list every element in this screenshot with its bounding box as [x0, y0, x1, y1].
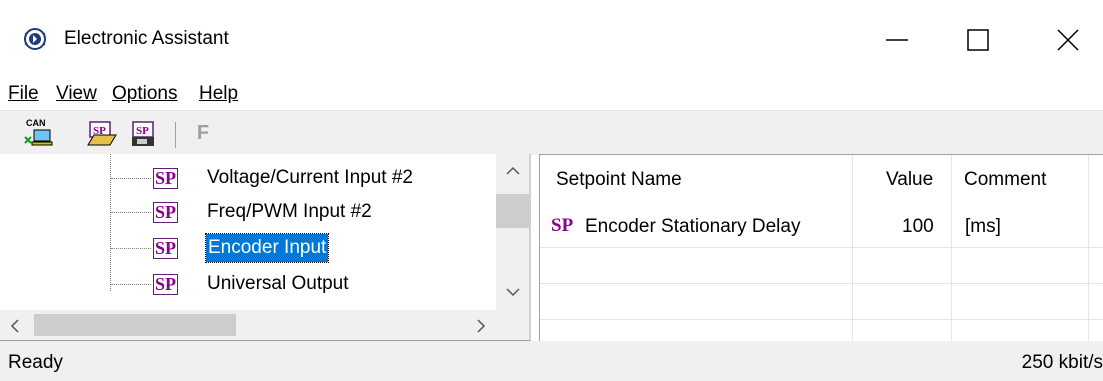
tree-item-label: Universal Output — [207, 273, 349, 294]
tree-item-label: Encoder Input — [204, 233, 330, 263]
open-setpoint-button[interactable]: SP — [86, 117, 118, 149]
close-icon — [1056, 29, 1079, 51]
tree-vertical-scrollbar[interactable] — [496, 154, 529, 310]
setpoint-name-cell: Encoder Stationary Delay — [585, 216, 801, 237]
minimize-button[interactable] — [858, 10, 938, 70]
tree-connector — [111, 212, 151, 213]
open-setpoint-icon: SP — [87, 121, 117, 146]
row-divider — [540, 283, 1103, 284]
can-connect-button[interactable]: CAN — [22, 117, 54, 149]
column-divider — [852, 155, 853, 341]
menu-view[interactable]: View — [56, 78, 97, 109]
setpoint-table[interactable]: Setpoint Name Value Comment SP Encoder S… — [539, 154, 1103, 341]
menu-view-label: View — [56, 83, 97, 104]
column-header-value[interactable]: Value — [886, 169, 933, 191]
column-header-setpoint-name[interactable]: Setpoint Name — [556, 169, 682, 191]
row-divider — [540, 247, 1103, 248]
toolbar-separator — [175, 122, 176, 148]
window-title: Electronic Assistant — [64, 28, 229, 49]
scrollbar-thumb[interactable] — [496, 194, 529, 228]
can-text: CAN — [26, 118, 46, 128]
table-row[interactable]: SP Encoder Stationary Delay 100 [ms] — [540, 211, 1088, 247]
column-divider — [951, 155, 952, 341]
can-connect-icon: CAN — [24, 118, 53, 146]
electronic-assistant-icon — [24, 28, 46, 50]
minimize-icon — [886, 39, 908, 41]
sp-text-save: SP — [136, 125, 149, 137]
column-header-comment[interactable]: Comment — [964, 169, 1046, 191]
scrollbar-thumb[interactable] — [34, 314, 236, 336]
baud-rate: 250 kbit/s — [1021, 352, 1103, 373]
tree-connector — [111, 284, 151, 285]
row-divider — [540, 319, 1103, 320]
tree-item-label: Voltage/Current Input #2 — [207, 167, 413, 188]
title-bar: Electronic Assistant — [0, 0, 1103, 78]
scroll-right-icon[interactable] — [476, 319, 486, 333]
menu-bar: File View Options Help — [0, 78, 1103, 109]
save-setpoint-button[interactable]: SP — [128, 117, 160, 149]
tree-horizontal-scrollbar[interactable] — [0, 310, 496, 340]
scroll-up-icon[interactable] — [506, 166, 520, 176]
menu-file-label: File — [8, 83, 39, 104]
maximize-icon — [967, 29, 989, 51]
setpoint-icon: SP — [153, 168, 179, 189]
close-button[interactable] — [1032, 10, 1103, 70]
setpoint-icon: SP — [153, 274, 179, 295]
scrollbar-corner — [496, 310, 529, 340]
setpoint-value-cell[interactable]: 100 — [902, 216, 934, 238]
tree-item-label: Freq/PWM Input #2 — [207, 201, 372, 222]
menu-options[interactable]: Options — [112, 78, 177, 109]
tree-connector — [111, 178, 151, 179]
scroll-left-icon[interactable] — [10, 319, 20, 333]
column-divider — [1088, 155, 1089, 341]
maximize-button[interactable] — [938, 10, 1018, 70]
setpoint-icon: SP — [551, 215, 574, 236]
tree-connector — [111, 248, 151, 249]
menu-help-label: Help — [199, 83, 239, 104]
flash-button[interactable]: F — [187, 117, 219, 149]
menu-file[interactable]: File — [8, 78, 39, 109]
menu-options-label: Options — [112, 83, 178, 104]
flash-label: F — [196, 121, 210, 144]
status-bar: Ready 250 kbit/s — [0, 341, 1103, 381]
setpoint-comment-cell: [ms] — [965, 216, 1001, 237]
save-setpoint-icon: SP — [132, 121, 154, 146]
setpoint-icon: SP — [153, 202, 179, 223]
tree-connector-line — [110, 154, 111, 291]
toolbar: CAN SP SP F — [0, 110, 1103, 155]
setpoint-icon: SP — [153, 238, 179, 259]
scroll-down-icon[interactable] — [506, 287, 520, 297]
menu-help[interactable]: Help — [199, 78, 238, 109]
status-text: Ready — [8, 352, 63, 373]
